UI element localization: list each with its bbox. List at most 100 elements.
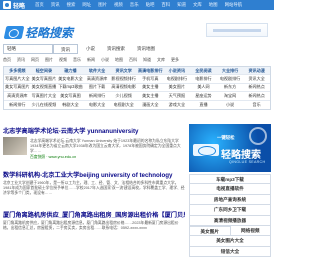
filter-item[interactable]: 图片: [45, 57, 53, 63]
result-title[interactable]: 北志学高端学术论坛-云南大学 yunnanuniversity: [3, 126, 185, 135]
promo-banner[interactable]: 一键轻松 轻略搜索 QINGLUE SEARCH: [189, 124, 271, 172]
top-nav-item[interactable]: 文库: [193, 2, 202, 8]
category-link[interactable]: 漫画大全: [137, 102, 164, 108]
filter-item[interactable]: 新闻: [87, 57, 95, 63]
category-link[interactable]: 新闻排行: [4, 102, 31, 108]
category-link[interactable]: 少儿在线视频: [31, 102, 58, 108]
search-input[interactable]: 轻略: [3, 43, 53, 54]
top-nav-item[interactable]: 视频: [114, 2, 123, 8]
brand[interactable]: 轻略: [3, 1, 25, 10]
filter-item[interactable]: 资讯: [17, 57, 25, 63]
category-link[interactable]: 手机写真: [137, 76, 164, 82]
category-head-cell[interactable]: 轻空间录: [31, 68, 58, 74]
top-nav-item[interactable]: 贴吧: [146, 2, 155, 8]
category-link[interactable]: 美女电影大全: [57, 76, 84, 82]
side-link[interactable]: 美女图片: [189, 225, 231, 237]
category-head-cell[interactable]: 资讯文学: [110, 68, 137, 74]
category-head-cell[interactable]: 大全排行: [217, 68, 244, 74]
search-tab-news[interactable]: 资讯: [53, 43, 78, 54]
search-row: 轻略 资讯 小说 资讯搜索 资讯地图: [3, 43, 161, 54]
filter-item[interactable]: 更多: [171, 57, 179, 63]
category-link[interactable]: 图片下载: [84, 84, 111, 90]
side-link[interactable]: 车载mp3下载: [189, 174, 271, 185]
site-logo[interactable]: 轻略搜索: [3, 24, 73, 41]
category-link[interactable]: 新东方: [217, 84, 244, 90]
category-link[interactable]: 美女写真图: [57, 93, 84, 99]
category-head-cell[interactable]: 高清电影排行: [137, 68, 164, 74]
filter-item[interactable]: 地图: [115, 57, 123, 63]
category-link[interactable]: 电影大全: [84, 102, 111, 108]
category-link[interactable]: 美人网: [190, 84, 217, 90]
category-link[interactable]: 下载mp3歌曲: [57, 84, 84, 90]
top-nav-item[interactable]: 音乐: [130, 2, 139, 8]
category-head-cell[interactable]: 全民阅读: [190, 68, 217, 74]
category-head-cell[interactable]: 小说资讯: [164, 68, 191, 74]
top-nav-item[interactable]: 图片: [98, 2, 107, 8]
category-head-cell[interactable]: 磁力播: [57, 68, 84, 74]
search-tab-news-search[interactable]: 资讯搜索: [101, 43, 131, 54]
top-nav-item[interactable]: 地图: [209, 2, 218, 8]
category-link[interactable]: 音乐: [243, 102, 270, 108]
side-link[interactable]: 美女图片大全: [189, 236, 271, 247]
category-head-cell[interactable]: 资讯动漫: [243, 68, 270, 74]
filter-item[interactable]: 文库: [157, 57, 165, 63]
filter-item[interactable]: 音乐: [73, 57, 81, 63]
category-link[interactable]: 美女写真图片: [31, 76, 58, 82]
top-nav-item[interactable]: 网站导航: [225, 2, 243, 8]
category-link[interactable]: 美女写真图片: [4, 84, 31, 90]
side-link[interactable]: 网络视频: [230, 225, 271, 237]
category-link[interactable]: 美女视频直播: [31, 84, 58, 90]
category-link[interactable]: 美女图片: [164, 84, 191, 90]
category-link[interactable]: 直播: [190, 102, 217, 108]
result-title[interactable]: 厦门角离路机房供应_厦门角离路出租房_国房源出租价格【厦门贝思租...: [3, 210, 185, 219]
side-link[interactable]: 广东同乡卫下载: [189, 205, 271, 216]
category-link[interactable]: 美女主播: [137, 93, 164, 99]
filter-item[interactable]: 视频: [59, 57, 67, 63]
filter-item[interactable]: 网页: [31, 57, 39, 63]
filter-item[interactable]: 知道: [143, 57, 151, 63]
category-link[interactable]: 淘宝网: [217, 93, 244, 99]
category-link[interactable]: 电视剧排行: [217, 76, 244, 82]
filter-item[interactable]: 百科: [129, 57, 137, 63]
category-link[interactable]: 星座运势: [190, 93, 217, 99]
side-link[interactable]: 短信大全: [189, 246, 271, 258]
category-link[interactable]: 天气预报: [164, 93, 191, 99]
category-head-cell[interactable]: 软件大全: [84, 68, 111, 74]
category-link[interactable]: 美女主播: [137, 84, 164, 90]
result-meta[interactable]: 百度快照 · www.ynu.edu.cn: [30, 155, 185, 160]
category-link[interactable]: 电视剧排行: [164, 76, 191, 82]
category-link[interactable]: 新闻排行: [84, 93, 111, 99]
category-link[interactable]: 资讯大全: [243, 76, 270, 82]
top-nav-item[interactable]: 知道: [177, 2, 186, 8]
top-nav-item[interactable]: 搜索: [67, 2, 76, 8]
category-link[interactable]: 高清视频电影: [110, 84, 137, 90]
filter-item[interactable]: 小说: [101, 57, 109, 63]
side-link[interactable]: 高清视频播放器: [189, 215, 271, 226]
category-link[interactable]: 新闻热点: [243, 84, 270, 90]
top-nav-item[interactable]: 网址: [82, 2, 91, 8]
result-thumbnail[interactable]: [3, 137, 27, 155]
top-nav-item[interactable]: 资讯: [51, 2, 60, 8]
category-link[interactable]: 写真图片大全: [31, 93, 58, 99]
category-link[interactable]: 少儿视频: [110, 93, 137, 99]
category-link[interactable]: 高清资源库: [84, 76, 111, 82]
filter-item[interactable]: 首页: [3, 57, 11, 63]
result-title[interactable]: 数学科研机构-北京工业大学beijing university of techn…: [3, 170, 185, 179]
category-link[interactable]: 高清资源库: [4, 93, 31, 99]
search-tab-news-map[interactable]: 资讯地图: [131, 43, 161, 54]
category-link[interactable]: 写真图片大全: [4, 76, 31, 82]
category-head-cell[interactable]: 多多视频: [4, 68, 31, 74]
search-tab-novel[interactable]: 小说: [80, 43, 101, 54]
category-link[interactable]: 韩剧大全: [57, 102, 84, 108]
header-ad[interactable]: [206, 23, 268, 37]
top-nav-item[interactable]: 百科: [161, 2, 170, 8]
top-nav-item[interactable]: 首页: [35, 2, 44, 8]
category-link[interactable]: 电视剧大全: [110, 102, 137, 108]
category-link[interactable]: 游戏大全: [164, 102, 191, 108]
category-link[interactable]: 小说: [217, 102, 244, 108]
side-link[interactable]: 房地产查询系统: [189, 194, 271, 206]
category-link[interactable]: 电影排行: [190, 76, 217, 82]
category-link[interactable]: 新闻热点: [243, 93, 270, 99]
category-link[interactable]: 影视视频排行: [110, 76, 137, 82]
side-link[interactable]: 电视直播软件: [189, 184, 271, 195]
